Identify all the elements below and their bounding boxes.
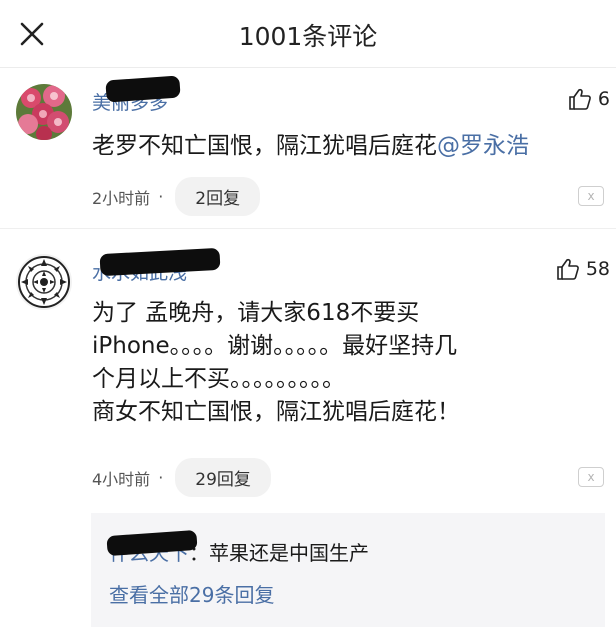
mention-link[interactable]: @罗永浩 [437,133,529,159]
thumbs-up-icon [569,88,591,110]
comment-line: 为了 孟晚舟，请大家618不要买 [92,300,420,326]
redaction-mark [99,247,221,277]
flower-avatar-image [16,84,72,140]
meta-separator: · [158,187,164,206]
dislike-button[interactable]: x [578,186,604,206]
comments-header: 1001条评论 [0,0,616,68]
thumbs-up-icon [557,258,579,280]
comment-line: 商女不知亡国恨，隔江犹唱后庭花！ [92,399,460,425]
reply-preview[interactable]: 什么天下：苹果还是中国生产 查看全部29条回复 [91,513,605,627]
timestamp: 2小时前 [92,188,151,208]
dislike-button[interactable]: x [578,467,604,487]
comment-line: 个月以上不买。。。。。。。。。 [92,366,345,392]
close-icon: x [587,189,595,203]
replies-button[interactable]: 29回复 [175,458,271,497]
comment-meta: 4小时前 · 29回复 [92,458,271,497]
like-button[interactable]: 6 [568,88,610,110]
redaction-mark [105,75,181,103]
comment-item: 美丽多多 6 老罗不知亡国恨，隔江犹唱后庭花@罗永浩 2小时前 · 2回复 x [0,68,616,218]
timestamp: 4小时前 [92,469,151,489]
divider [0,228,616,229]
comment-body: 老罗不知亡国恨，隔江犹唱后庭花 [92,133,437,159]
close-icon: x [587,470,595,484]
meta-separator: · [158,468,164,487]
comment-text: 老罗不知亡国恨，隔江犹唱后庭花@罗永浩 [92,130,608,163]
like-count: 6 [597,88,610,110]
comment-line: iPhone。。。。谢谢。。。。。最好坚持几 [92,333,458,359]
avatar[interactable] [16,254,72,310]
replies-button[interactable]: 2回复 [175,177,261,216]
view-all-replies-link[interactable]: 查看全部29条回复 [109,579,274,608]
like-button[interactable]: 58 [556,258,610,280]
avatar[interactable] [16,84,72,140]
comment-text: 为了 孟晚舟，请大家618不要买 iPhone。。。。谢谢。。。。。最好坚持几 … [92,297,608,429]
reply-text: ：苹果还是中国生产 [189,541,369,565]
page-title: 1001条评论 [238,22,378,51]
like-count: 58 [585,258,610,280]
comment-meta: 2小时前 · 2回复 [92,177,261,216]
pattern-avatar-image [16,254,72,310]
